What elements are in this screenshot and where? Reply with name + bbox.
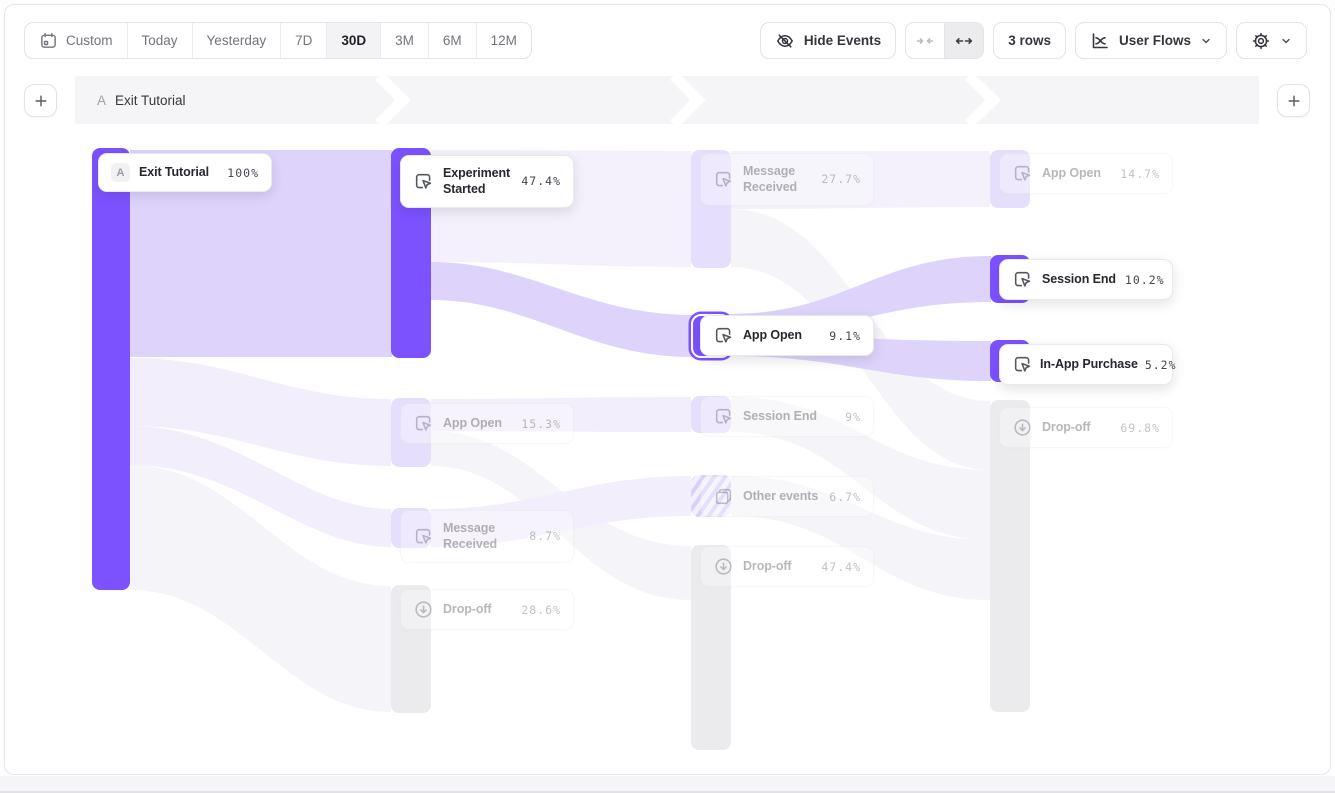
node-bar-exit-tutorial[interactable] [92, 148, 130, 590]
calendar-icon [39, 31, 58, 50]
date-range-selector: Custom Today Yesterday 7D 30D 3M 6M 12M [24, 22, 532, 59]
step-letter-badge: A [111, 163, 130, 182]
chevron-separator-icon [670, 76, 706, 124]
node-value: 47.4% [521, 174, 561, 188]
expand-columns-button[interactable] [944, 23, 983, 58]
node-card-session-end-4[interactable]: Session End 10.2% [999, 259, 1173, 300]
date-range-label: Custom [66, 33, 113, 48]
node-value: 47.4% [821, 560, 861, 574]
node-card-app-open-2[interactable]: App Open 15.3% [400, 403, 574, 444]
node-label: Drop-off [743, 558, 792, 574]
node-card-app-open-4[interactable]: App Open 14.7% [999, 153, 1173, 194]
node-label: Drop-off [1042, 419, 1091, 435]
node-label: Exit Tutorial [139, 164, 209, 180]
layers-icon [713, 486, 734, 507]
chevron-separator-icon [965, 76, 1001, 124]
event-cursor-icon [1012, 354, 1033, 375]
node-value: 28.6% [521, 603, 561, 617]
collapse-columns-button[interactable] [906, 23, 944, 58]
view-type-dropdown[interactable]: User Flows [1075, 22, 1227, 59]
chevron-down-icon [1200, 35, 1212, 47]
flow-step-label: A Exit Tutorial [97, 76, 186, 124]
node-card-message-received-3[interactable]: Message Received 27.7% [700, 153, 874, 206]
event-cursor-icon [713, 169, 734, 190]
hide-events-button[interactable]: Hide Events [760, 22, 896, 59]
node-card-drop-off-4[interactable]: Drop-off 69.8% [999, 407, 1173, 448]
node-card-drop-off-2[interactable]: Drop-off 28.6% [400, 589, 574, 630]
node-value: 69.8% [1120, 421, 1160, 435]
plus-icon [33, 93, 49, 109]
node-value: 9% [845, 410, 861, 424]
node-card-drop-off-3[interactable]: Drop-off 47.4% [700, 546, 874, 587]
plus-icon [1286, 93, 1302, 109]
node-label: Session End [1042, 271, 1116, 287]
node-label: Drop-off [443, 601, 512, 617]
step-letter: A [97, 93, 106, 108]
node-label: App Open [443, 415, 512, 431]
gear-icon [1251, 31, 1271, 51]
node-value: 15.3% [521, 417, 561, 431]
chevron-down-icon [1280, 35, 1292, 47]
flow-link-experiment-started-app-open[interactable] [431, 262, 692, 357]
node-value: 27.7% [821, 172, 861, 186]
add-step-button-left[interactable] [24, 84, 57, 117]
eye-off-icon [775, 31, 795, 51]
arrows-expand-icon [954, 31, 974, 51]
node-label: App Open [743, 327, 802, 343]
event-cursor-icon [1012, 163, 1033, 184]
rows-label: 3 rows [1008, 33, 1051, 48]
node-label: Other events [743, 488, 818, 504]
node-card-session-end-3[interactable]: Session End 9% [700, 396, 874, 437]
settings-dropdown[interactable] [1236, 22, 1307, 59]
node-label: App Open [1042, 165, 1101, 181]
date-range-30d[interactable]: 30D [326, 23, 380, 58]
hide-events-label: Hide Events [804, 33, 881, 48]
date-range-12m[interactable]: 12M [476, 23, 531, 58]
event-cursor-icon [1012, 269, 1033, 290]
event-cursor-icon [713, 325, 734, 346]
node-value: 14.7% [1120, 167, 1160, 181]
date-range-yesterday[interactable]: Yesterday [192, 23, 281, 58]
node-value: 5.2% [1145, 358, 1177, 372]
arrow-down-circle-icon [713, 556, 734, 577]
node-label: Experiment Started [443, 165, 512, 198]
chevron-separator-icon [375, 76, 411, 124]
event-cursor-icon [413, 171, 434, 192]
node-card-message-received-2[interactable]: Message Received 8.7% [400, 510, 574, 563]
event-cursor-icon [413, 413, 434, 434]
node-value: 9.1% [829, 329, 861, 343]
node-value: 6.7% [829, 490, 861, 504]
flow-step-banner[interactable]: A Exit Tutorial [75, 76, 1259, 124]
step-name: Exit Tutorial [115, 93, 186, 108]
event-cursor-icon [413, 526, 434, 547]
node-card-experiment-started[interactable]: Experiment Started 47.4% [400, 155, 574, 208]
node-card-exit-tutorial[interactable]: A Exit Tutorial 100% [98, 153, 272, 192]
flows-chart-icon [1090, 31, 1110, 51]
date-range-3m[interactable]: 3M [380, 23, 428, 58]
rows-button[interactable]: 3 rows [993, 22, 1066, 59]
node-label: Message Received [743, 163, 812, 196]
arrow-down-circle-icon [1012, 417, 1033, 438]
node-value: 100% [227, 166, 259, 180]
add-step-button-right[interactable] [1277, 84, 1310, 117]
date-range-today[interactable]: Today [127, 23, 192, 58]
spacing-toggle [905, 22, 984, 59]
node-value: 10.2% [1125, 273, 1165, 287]
node-card-other-events-3[interactable]: Other events 6.7% [700, 476, 874, 517]
node-value: 8.7% [529, 529, 561, 543]
node-card-in-app-purchase-4[interactable]: In-App Purchase 5.2% [999, 344, 1173, 385]
arrows-collapse-icon [915, 31, 935, 51]
date-range-7d[interactable]: 7D [280, 23, 326, 58]
node-label: In-App Purchase [1040, 356, 1138, 372]
view-type-label: User Flows [1119, 33, 1191, 48]
arrow-down-circle-icon [413, 599, 434, 620]
date-range-6m[interactable]: 6M [428, 23, 476, 58]
event-cursor-icon [713, 406, 734, 427]
node-card-app-open-3[interactable]: App Open 9.1% [700, 315, 874, 356]
node-label: Message Received [443, 520, 520, 553]
date-range-custom[interactable]: Custom [25, 23, 127, 58]
node-label: Session End [743, 408, 817, 424]
